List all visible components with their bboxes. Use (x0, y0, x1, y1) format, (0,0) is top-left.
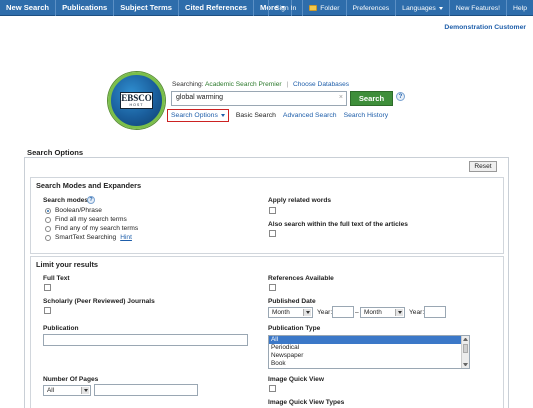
reset-button[interactable]: Reset (469, 161, 497, 172)
languages-menu[interactable]: Languages (395, 0, 449, 16)
published-from-month-select[interactable]: Month (268, 307, 313, 318)
primary-nav: New Search Publications Subject Terms Ci… (0, 0, 293, 16)
published-to-year-input[interactable] (424, 306, 446, 318)
select-value: Month (272, 309, 290, 316)
also-fulltext-label: Also search within the full text of the … (268, 221, 408, 228)
year-label: Year: (409, 309, 425, 316)
sign-in-link[interactable]: Sign In (268, 0, 302, 16)
apply-related-words-checkbox[interactable] (269, 207, 276, 214)
published-to-month-select[interactable]: Month (360, 307, 405, 318)
searching-line: Searching: Academic Search Premier | Cho… (172, 81, 349, 88)
radio-label: Find all my search terms (55, 216, 127, 223)
scholarly-journals-label: Scholarly (Peer Reviewed) Journals (43, 298, 155, 305)
search-input[interactable]: global warming × (171, 91, 347, 106)
choose-databases-link[interactable]: Choose Databases (293, 81, 349, 88)
year-label: Year: (317, 309, 333, 316)
chevron-down-icon (220, 114, 225, 117)
new-features-link[interactable]: New Features! (448, 0, 506, 16)
hint-link[interactable]: Hint (120, 234, 132, 241)
search-modes-label: Search modes (43, 197, 89, 204)
secondary-nav: Sign In Folder Preferences Languages New… (268, 0, 533, 16)
published-from-year-input[interactable] (332, 306, 354, 318)
logo-text: EBSCO (121, 93, 152, 103)
chevron-down-icon (303, 309, 311, 316)
customer-name: Demonstration Customer (444, 24, 526, 31)
search-sub-options: Search Options Basic Search Advanced Sea… (167, 109, 388, 122)
radio-label: Boolean/Phrase (55, 207, 102, 214)
database-name: Academic Search Premier (205, 81, 282, 88)
list-item[interactable]: Periodical (269, 344, 469, 352)
full-text-label: Full Text (43, 275, 70, 282)
chevron-down-icon (438, 6, 443, 10)
separator: | (286, 81, 289, 88)
date-dash: – (355, 309, 359, 316)
clear-icon[interactable]: × (339, 94, 343, 101)
scroll-thumb[interactable] (463, 344, 468, 353)
publication-type-listbox[interactable]: All Periodical Newspaper Book (268, 335, 470, 369)
search-button[interactable]: Search (350, 91, 393, 106)
nav-subject-terms[interactable]: Subject Terms (114, 0, 179, 16)
nav-cited-references[interactable]: Cited References (179, 0, 255, 16)
pages-operator-select[interactable]: All (43, 385, 91, 396)
chevron-down-icon (81, 387, 89, 394)
chevron-down-icon (395, 309, 403, 316)
help-icon[interactable]: ? (87, 196, 95, 204)
list-item[interactable]: Newspaper (269, 352, 469, 360)
search-modes-title: Search Modes and Expanders (36, 181, 142, 190)
publication-label: Publication (43, 325, 79, 332)
folder-link[interactable]: Folder (302, 0, 345, 16)
published-date-label: Published Date (268, 298, 316, 305)
number-of-pages-label: Number Of Pages (43, 376, 99, 383)
search-options-label: Search Options (171, 112, 218, 119)
radio-boolean-phrase[interactable] (45, 208, 51, 214)
advanced-search-link[interactable]: Advanced Search (283, 112, 337, 119)
image-quick-view-checkbox[interactable] (269, 385, 276, 392)
full-text-checkbox[interactable] (44, 284, 51, 291)
folder-label: Folder (320, 4, 340, 12)
search-query-text: global warming (176, 94, 224, 101)
list-item[interactable]: Book (269, 360, 469, 368)
scroll-down-icon[interactable] (463, 363, 468, 366)
ebsco-host-logo[interactable]: EBSCO HOST (108, 72, 165, 129)
scrollbar[interactable] (461, 336, 469, 368)
radio-smarttext[interactable] (45, 235, 51, 241)
image-quick-view-types-label: Image Quick View Types (268, 399, 345, 406)
publication-input[interactable] (43, 334, 248, 346)
scholarly-journals-checkbox[interactable] (44, 307, 51, 314)
publication-type-label: Publication Type (268, 325, 321, 332)
help-icon[interactable]: ? (396, 92, 405, 101)
folder-icon (309, 5, 318, 11)
scroll-up-icon[interactable] (463, 338, 468, 341)
preferences-link[interactable]: Preferences (345, 0, 396, 16)
references-available-label: References Available (268, 275, 334, 282)
image-quick-view-label: Image Quick View (268, 376, 324, 383)
radio-label-smarttext: SmartText Searching Hint (55, 234, 132, 241)
search-history-link[interactable]: Search History (344, 112, 389, 119)
top-navigation-bar: New Search Publications Subject Terms Ci… (0, 0, 533, 16)
radio-label: SmartText Searching (55, 234, 117, 241)
references-available-checkbox[interactable] (269, 284, 276, 291)
radio-find-any-terms[interactable] (45, 226, 51, 232)
radio-label: Find any of my search terms (55, 225, 139, 232)
nav-new-search[interactable]: New Search (0, 0, 57, 16)
search-options-title: Search Options (27, 148, 84, 157)
apply-related-words-label: Apply related words (268, 197, 332, 204)
search-options-toggle[interactable]: Search Options (167, 109, 229, 122)
list-item[interactable]: All (269, 336, 469, 344)
basic-search-label: Basic Search (235, 112, 276, 119)
logo-plate: EBSCO HOST (120, 92, 153, 109)
select-value: Month (364, 309, 382, 316)
nav-publications[interactable]: Publications (56, 0, 115, 16)
also-fulltext-checkbox[interactable] (269, 230, 276, 237)
searching-label: Searching: (172, 81, 204, 88)
logo-subtext: HOST (129, 103, 144, 107)
radio-find-all-terms[interactable] (45, 217, 51, 223)
number-of-pages-input[interactable] (94, 384, 198, 396)
limit-results-title: Limit your results (36, 260, 99, 269)
select-value: All (47, 387, 55, 394)
languages-label: Languages (402, 4, 436, 12)
help-link[interactable]: Help (506, 0, 533, 16)
